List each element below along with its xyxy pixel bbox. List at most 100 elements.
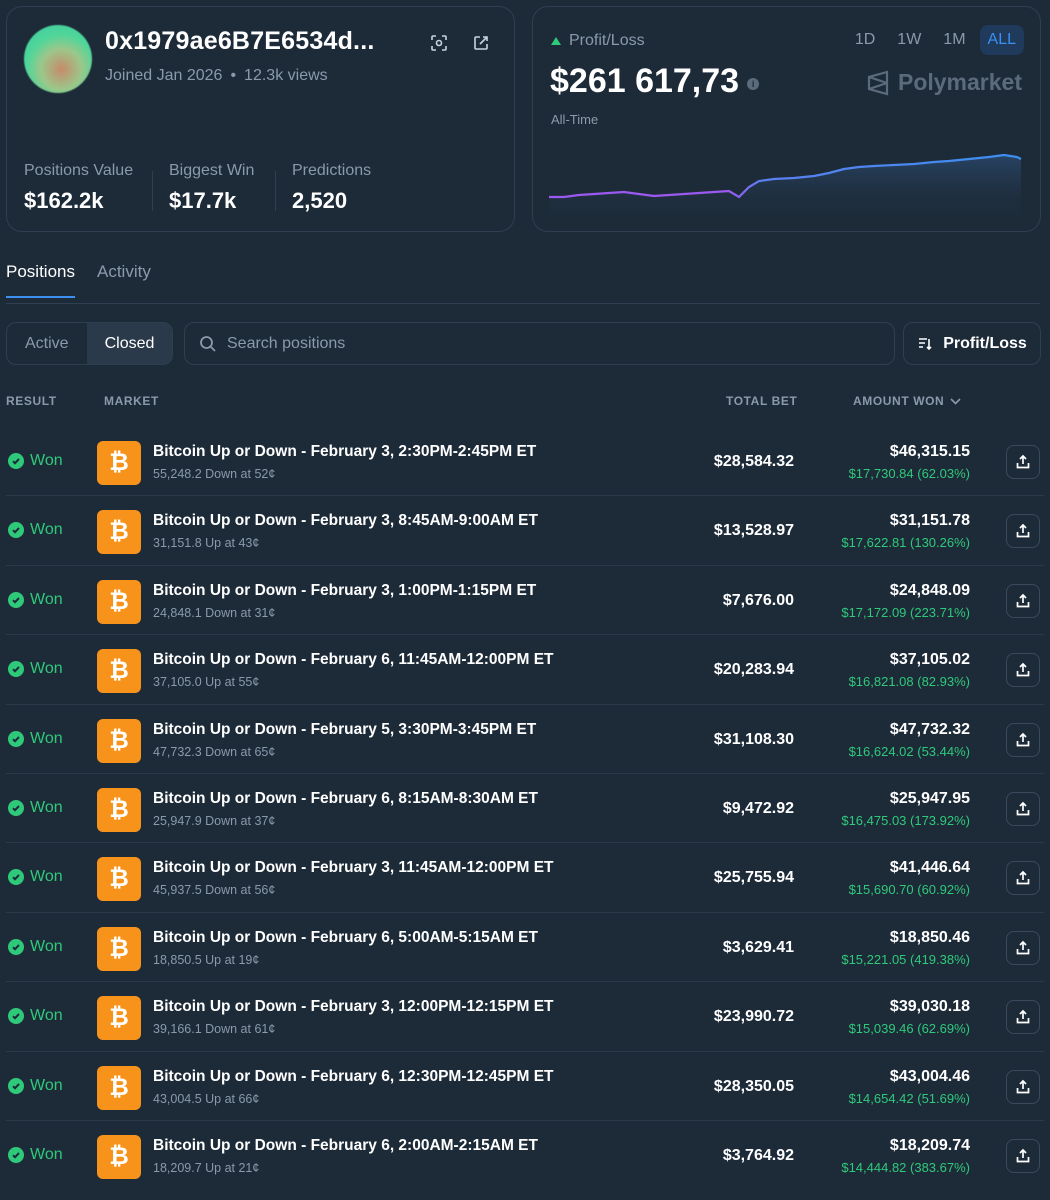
result-label: Won [30,521,63,539]
table-row[interactable]: Won ₿ Bitcoin Up or Down - February 3, 2… [6,427,1044,497]
stat-divider [152,171,153,211]
stat-label: Predictions [292,162,372,179]
external-link-icon[interactable] [469,31,493,55]
avatar[interactable] [24,25,92,93]
check-circle-icon [8,938,24,955]
market-position: 24,848.1 Down at 31¢ [153,605,276,620]
scan-icon[interactable] [427,31,451,55]
result-label: Won [30,1145,63,1163]
market-title[interactable]: Bitcoin Up or Down - February 3, 1:00PM-… [153,582,536,600]
search-icon [200,335,216,352]
market-title[interactable]: Bitcoin Up or Down - February 3, 2:30PM-… [153,443,536,461]
market-title[interactable]: Bitcoin Up or Down - February 6, 2:00AM-… [153,1137,538,1155]
share-button[interactable] [1006,791,1040,826]
market-title[interactable]: Bitcoin Up or Down - February 3, 11:45AM… [153,859,554,877]
profit-amount: $15,039.46 (62.69%) [848,1021,970,1037]
share-button[interactable] [1006,861,1040,896]
header-amount-won[interactable]: AMOUNT WON [853,394,961,408]
profit-amount: $16,475.03 (173.92%) [841,812,970,828]
result-label: Won [30,660,63,678]
tab-positions[interactable]: Positions [6,262,75,298]
header-result: RESULT [6,394,57,408]
share-button[interactable] [1006,930,1040,965]
table-row[interactable]: Won ₿ Bitcoin Up or Down - February 6, 8… [6,774,1044,844]
result-label: Won [30,729,63,747]
market-position: 43,004.5 Up at 66¢ [153,1091,260,1106]
amount-won: $18,850.46 [889,928,970,946]
timeframe-1w[interactable]: 1W [889,25,929,55]
total-bet: $7,676.00 [722,591,794,609]
table-row[interactable]: Won ₿ Bitcoin Up or Down - February 3, 1… [6,566,1044,636]
search-input[interactable] [227,334,827,353]
share-button[interactable] [1006,1138,1040,1173]
share-icon [1016,732,1030,746]
header-market: MARKET [104,394,159,408]
info-icon[interactable]: i [747,77,760,90]
table-row[interactable]: Won ₿ Bitcoin Up or Down - February 3, 1… [6,982,1044,1052]
bitcoin-icon: ₿ [97,718,141,763]
market-title[interactable]: Bitcoin Up or Down - February 5, 3:30PM-… [153,721,536,739]
timeframe-all[interactable]: ALL [979,25,1024,55]
profit-amount: $17,730.84 (62.03%) [848,466,970,481]
market-title[interactable]: Bitcoin Up or Down - February 6, 11:45AM… [153,651,554,669]
result-label: Won [30,590,63,608]
sort-button[interactable]: Profit/Loss [903,322,1041,365]
pnl-card: Profit/Loss $261 617,73 i All-Time 1D 1W… [532,6,1041,232]
profile-meta: Joined Jan 2026 • 12.3k views [105,67,328,85]
bitcoin-icon: ₿ [97,787,141,832]
share-icon [1016,524,1030,538]
check-circle-icon [8,869,24,886]
market-title[interactable]: Bitcoin Up or Down - February 6, 12:30PM… [153,1068,554,1086]
share-button[interactable] [1006,1069,1040,1104]
joined-date: Joined Jan 2026 [105,67,223,84]
share-button[interactable] [1006,445,1040,479]
share-button[interactable] [1006,722,1040,757]
table-row[interactable]: Won ₿ Bitcoin Up or Down - February 3, 1… [6,843,1044,913]
result-badge: Won [8,452,63,470]
market-title[interactable]: Bitcoin Up or Down - February 6, 5:00AM-… [153,929,538,947]
stat-label: Positions Value [24,162,134,179]
result-badge: Won [8,591,63,609]
tab-activity[interactable]: Activity [97,262,151,298]
share-icon [1016,871,1030,885]
header-total-bet[interactable]: TOTAL BET [726,394,797,408]
share-button[interactable] [1006,583,1040,618]
share-button[interactable] [1006,653,1040,688]
bitcoin-icon: ₿ [97,510,141,555]
share-button[interactable] [1006,1000,1040,1035]
table-row[interactable]: Won ₿ Bitcoin Up or Down - February 6, 5… [6,913,1044,983]
timeframe-1d[interactable]: 1D [847,25,883,55]
result-badge: Won [8,938,63,956]
sort-icon [919,337,932,350]
up-triangle-icon [551,37,561,45]
filter-active[interactable]: Active [7,323,87,364]
table-row[interactable]: Won ₿ Bitcoin Up or Down - February 3, 8… [6,496,1044,566]
filter-closed[interactable]: Closed [86,323,173,364]
share-icon [1016,1009,1030,1024]
result-badge: Won [8,660,63,678]
stat-label: Biggest Win [169,162,255,179]
market-title[interactable]: Bitcoin Up or Down - February 3, 8:45AM-… [153,512,538,530]
timeframe-1m[interactable]: 1M [935,25,973,55]
market-position: 31,151.8 Up at 43¢ [153,536,260,551]
positions-list: Won ₿ Bitcoin Up or Down - February 3, 2… [0,427,1050,1190]
market-title[interactable]: Bitcoin Up or Down - February 6, 8:15AM-… [153,790,538,808]
market-title[interactable]: Bitcoin Up or Down - February 3, 12:00PM… [153,998,554,1016]
table-row[interactable]: Won ₿ Bitcoin Up or Down - February 6, 1… [6,1052,1044,1121]
table-row[interactable]: Won ₿ Bitcoin Up or Down - February 6, 2… [6,1121,1044,1190]
result-badge: Won [8,1146,63,1164]
pnl-chart-area [549,155,1021,219]
bitcoin-icon: ₿ [97,1065,141,1110]
pnl-label-text: Profit/Loss [569,32,645,49]
profit-amount: $17,622.81 (130.26%) [841,535,970,551]
total-bet: $28,584.32 [713,453,794,470]
check-circle-icon [8,730,24,747]
chevron-down-icon [950,397,961,405]
share-button[interactable] [1006,514,1040,549]
stat-value: $162.2k [24,188,104,213]
status-filter: Active Closed [6,322,174,365]
result-badge: Won [8,1007,63,1025]
bitcoin-icon: ₿ [97,996,141,1041]
table-row[interactable]: Won ₿ Bitcoin Up or Down - February 5, 3… [6,705,1044,774]
table-row[interactable]: Won ₿ Bitcoin Up or Down - February 6, 1… [6,635,1044,705]
